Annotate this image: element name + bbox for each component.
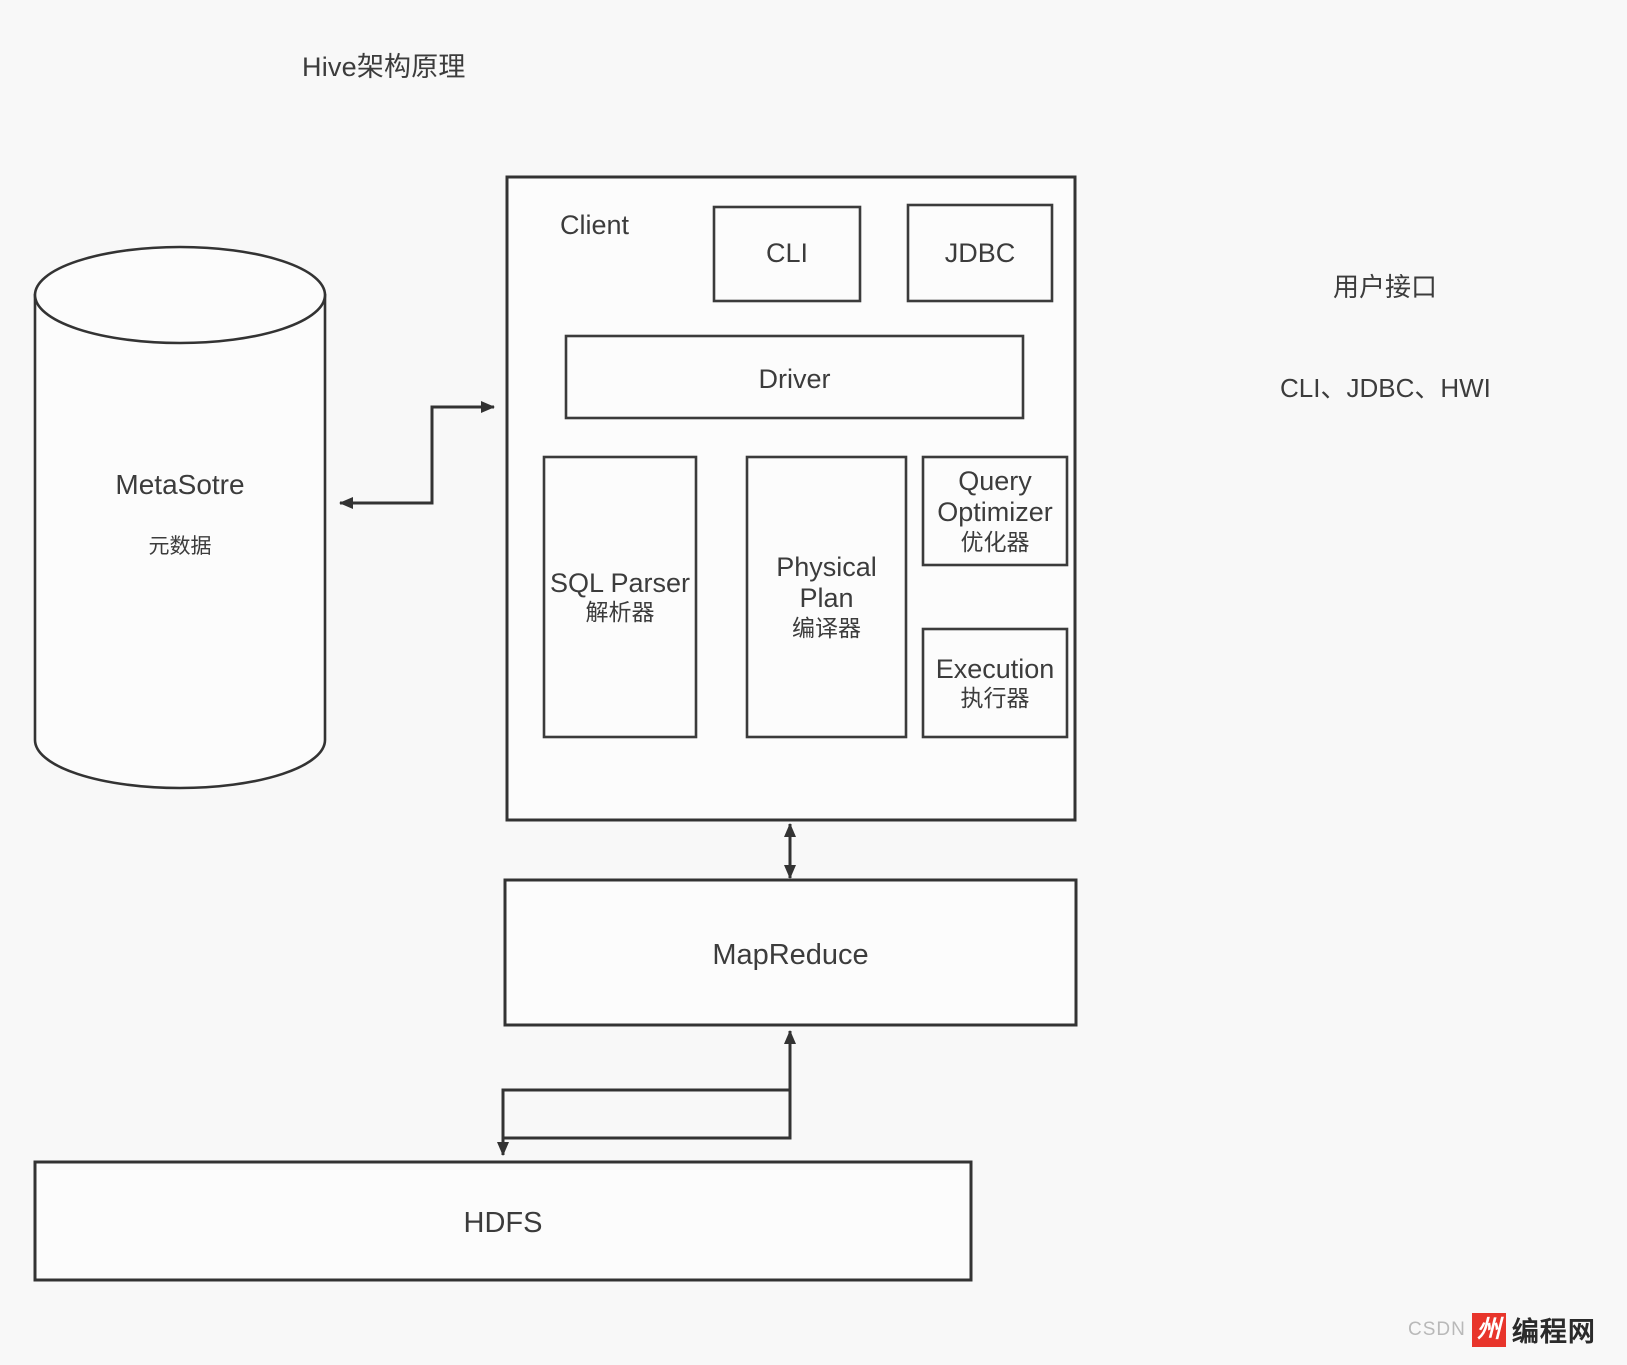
hdfs-to-mapreduce-arrow (503, 1030, 796, 1140)
hdfs-box-shape (33, 1160, 973, 1282)
watermark-logo-icon: 州 (1471, 1312, 1506, 1347)
mapreduce-box-shape (503, 878, 1078, 1027)
diagram-canvas: Hive架构原理 用户接口 CLI、JDBC、HWI MetaSotre 元数据… (0, 0, 1627, 1365)
physical-plan-box-shape (745, 455, 908, 739)
execution-box-shape (921, 627, 1069, 739)
cli-box-shape (712, 205, 862, 303)
watermark-csdn-text: CSDN (1408, 1318, 1466, 1340)
watermark-site-text: 编程网 (1511, 1317, 1596, 1347)
diagram-vector-layer (33, 175, 1078, 1282)
metastore-to-client-arrow (430, 401, 495, 503)
watermark: CSDN 州 编程网 (1408, 1310, 1596, 1349)
client-to-metastore-arrow (339, 407, 434, 509)
mapreduce-to-hdfs-arrow (497, 1088, 790, 1156)
sql-parser-box-shape (542, 455, 698, 739)
jdbc-box-shape (906, 203, 1054, 303)
driver-box-shape (564, 334, 1025, 420)
metastore-cylinder-shape (33, 245, 327, 790)
query-optimizer-box-shape (921, 455, 1069, 567)
